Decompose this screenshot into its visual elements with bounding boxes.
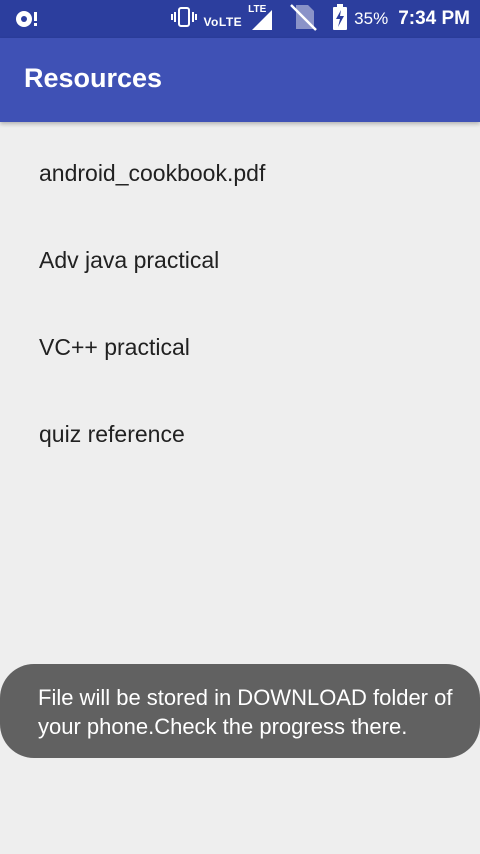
no-sim-icon [288, 2, 318, 37]
battery-percent: 35% [354, 9, 389, 28]
page-title: Resources [24, 63, 163, 93]
toast-message: File will be stored in DOWNLOAD folder o… [0, 664, 480, 758]
app-bar: Resources [0, 38, 480, 122]
volte-label: VoLTE [203, 15, 243, 29]
status-bar: VoLTE LTE 35% 7:34 PM [0, 0, 480, 38]
resource-list: android_cookbook.pdf Adv java practical … [0, 130, 480, 478]
battery-charging-icon [332, 3, 348, 35]
vibrate-icon [171, 6, 198, 33]
list-item-quiz-reference[interactable]: quiz reference [0, 391, 480, 478]
list-item-vc-practical[interactable]: VC++ practical [0, 304, 480, 391]
list-item-adv-java-practical[interactable]: Adv java practical [0, 217, 480, 304]
sync-icon [14, 8, 40, 30]
list-item-android-cookbook[interactable]: android_cookbook.pdf [0, 130, 480, 217]
clock: 7:34 PM [398, 8, 470, 29]
signal-icon: LTE [248, 4, 274, 32]
